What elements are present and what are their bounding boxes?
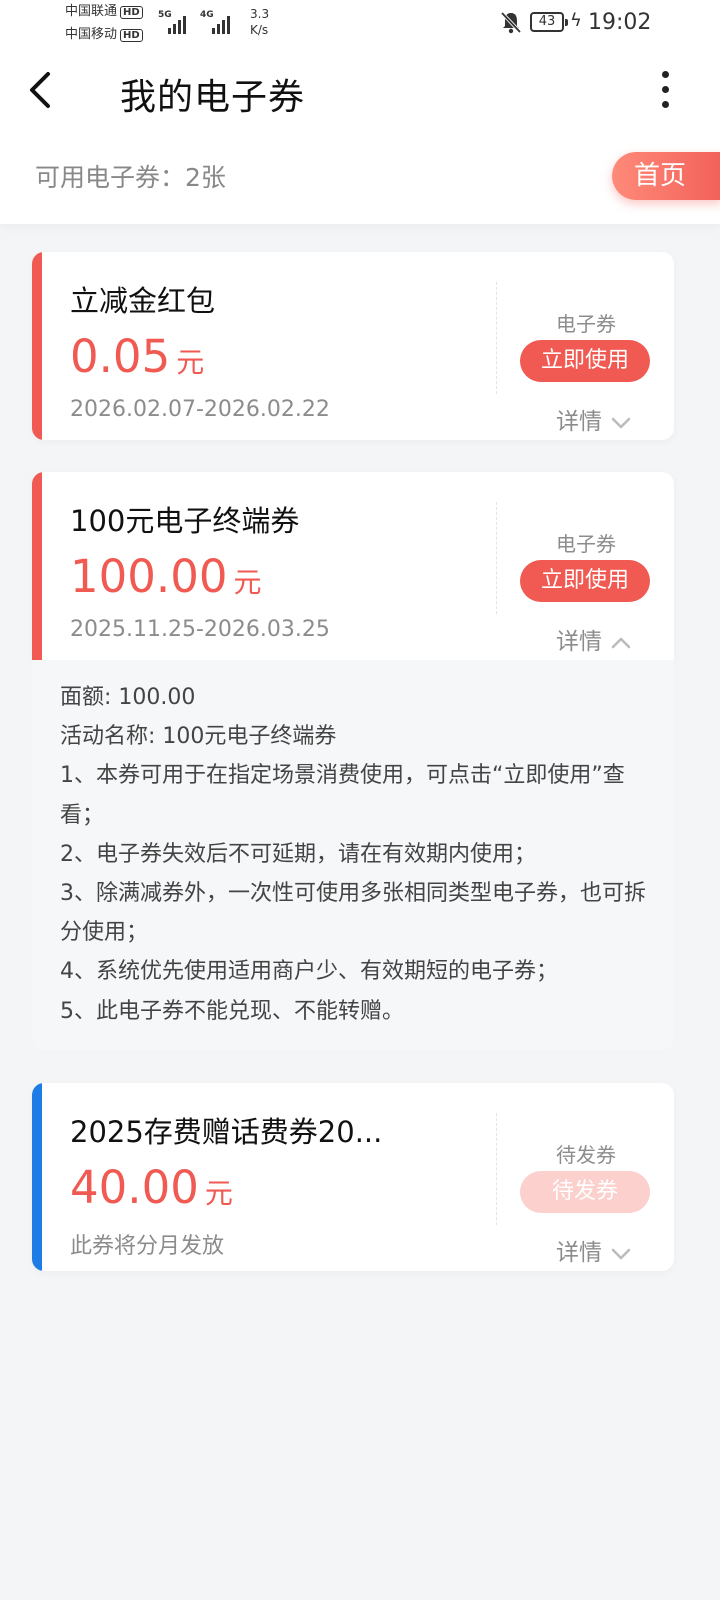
coupon-type: 电子券: [556, 532, 616, 556]
coupon-validity: 2025.11.25-2026.03.25: [70, 617, 330, 642]
use-now-button[interactable]: 立即使用: [520, 340, 650, 382]
carrier-1: 中国联通 HD: [65, 5, 143, 19]
coupon-stripe: [32, 252, 42, 440]
back-button[interactable]: [22, 66, 62, 114]
detail-rule-1: 1、本券可用于在指定场景消费使用，可点击“立即使用”查看；: [60, 763, 625, 828]
carrier-1-label: 中国联通: [65, 4, 118, 19]
battery-icon: 43: [530, 12, 568, 32]
hd-badge: HD: [120, 6, 143, 19]
detail-rule-3: 3、除满减券外，一次性可使用多张相同类型电子券，也可拆分使用；: [60, 881, 646, 946]
detail-rule-2: 2、电子券失效后不可延期，请在有效期内使用；: [60, 841, 536, 867]
available-count: 可用电子券：2张: [35, 163, 226, 192]
detail-rule-5: 5、此电子券不能兑现、不能转赠。: [60, 998, 404, 1024]
bell-muted-icon: [500, 11, 522, 34]
more-options-button[interactable]: [650, 66, 680, 114]
signal-icon: [212, 12, 236, 34]
chevron-down-icon: [611, 417, 631, 428]
carrier-2-label: 中国移动: [65, 27, 118, 42]
detail-face-value: 面额: 100.00: [60, 685, 196, 710]
dashed-divider: [496, 502, 497, 614]
carrier-2: 中国移动 HD: [65, 28, 143, 42]
coupon-card: 100元电子终端券 100.00 元 2025.11.25-2026.03.25 …: [32, 472, 674, 660]
coupon-amount: 0.05 元: [70, 330, 205, 383]
details-toggle[interactable]: 详情: [556, 1233, 632, 1267]
coupon-name: 100元电子终端券: [70, 504, 300, 538]
header-area: 中国联通HD 中国移动HD 5G 4G 3.3 K/s 43 ϟ 19:02: [0, 0, 720, 224]
home-button[interactable]: 首页: [612, 152, 720, 200]
coupon-name: 2025存费赠话费券20...: [70, 1115, 383, 1149]
detail-rule-4: 4、系统优先使用适用商户少、有效期短的电子券；: [60, 959, 558, 985]
coupon-amount: 100.00 元: [70, 550, 262, 603]
coupon-card: 立减金红包 0.05 元 2026.02.07-2026.02.22 电子券 立即…: [32, 252, 674, 440]
coupon-type: 待发券: [556, 1143, 616, 1167]
coupon-validity: 2026.02.07-2026.02.22: [70, 397, 330, 422]
page-title: 我的电子券: [120, 77, 306, 118]
coupon-amount: 40.00 元: [70, 1161, 233, 1214]
chevron-up-icon: [611, 637, 631, 648]
details-toggle[interactable]: 详情: [556, 622, 632, 656]
network-speed: 3.3 K/s: [250, 7, 270, 37]
details-toggle[interactable]: 详情: [556, 402, 632, 436]
coupon-card: 2025存费赠话费券20... 40.00 元 此券将分月发放 待发券 待发券 详…: [32, 1083, 674, 1271]
hd-badge: HD: [120, 29, 143, 42]
charging-icon: ϟ: [570, 10, 582, 31]
use-now-button[interactable]: 立即使用: [520, 560, 650, 602]
coupon-release-note: 此券将分月发放: [70, 1234, 225, 1259]
status-bar: 中国联通 HD 中国移动 HD 5G 4G 3.3 K/s 43 ϟ 19:02: [0, 0, 720, 48]
coupon-stripe: [32, 472, 42, 660]
coupon-stripe: [32, 1083, 42, 1271]
chevron-down-icon: [611, 1248, 631, 1259]
coupon-type: 电子券: [556, 312, 616, 336]
coupon-details-panel: 面额: 100.00 活动名称: 100元电子终端券 1、本券可用于在指定场景消…: [32, 660, 674, 1050]
detail-activity-name: 活动名称: 100元电子终端券: [60, 724, 337, 750]
pending-coupon-button[interactable]: 待发券: [520, 1171, 650, 1213]
signal-icon: [168, 12, 192, 34]
dashed-divider: [496, 282, 497, 394]
dashed-divider: [496, 1113, 497, 1225]
coupon-name: 立减金红包: [70, 284, 216, 318]
clock: 19:02: [588, 10, 652, 35]
back-arrow-icon: [30, 72, 50, 108]
